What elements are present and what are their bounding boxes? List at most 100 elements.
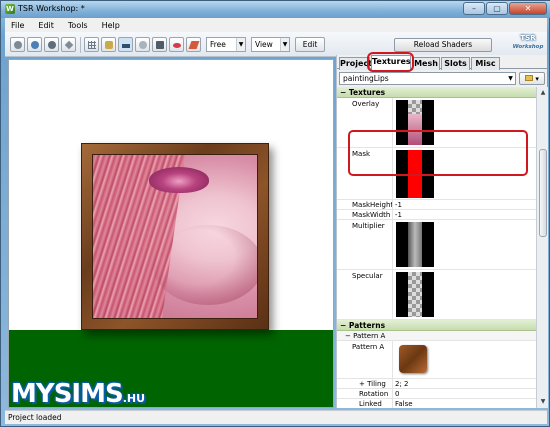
tab-bar: Project Textures Mesh Slots Misc [337,52,548,72]
menu-file[interactable]: File [11,21,24,30]
mask-width-value[interactable]: -1 [395,211,402,219]
mask-height-value[interactable]: -1 [395,201,402,209]
sphere-blue-button[interactable] [27,37,42,52]
scroll-up-icon[interactable]: ▲ [538,88,548,97]
mode-select-value: Free [210,40,226,49]
bone-icon [105,41,113,49]
row-specular[interactable]: Specular [337,270,536,320]
app-window: W TSR Workshop: * – ▢ ✕ File Edit Tools … [0,0,550,427]
tab-slots[interactable]: Slots [441,57,470,70]
paint-button[interactable] [186,37,201,52]
camera-icon [156,41,164,49]
shadow-button[interactable] [135,37,150,52]
tab-highlight-annotation [367,52,414,72]
painting-image [92,154,258,319]
camera-button[interactable] [152,37,167,52]
section-patterns[interactable]: − Patterns [337,320,536,331]
row-divider [392,341,393,378]
grid-icon [88,41,96,49]
tsr-logo: TSR Workshop [510,34,546,56]
menu-edit[interactable]: Edit [38,21,54,30]
section-textures[interactable]: − Textures [337,87,536,98]
status-text: Project loaded [8,413,62,422]
paint-icon [188,41,200,49]
diamond-icon [64,40,74,50]
toolbar: Free ▼ View ▼ Edit Reload Shaders TSR Wo… [5,32,547,57]
row-multiplier[interactable]: Multiplier [337,220,536,270]
folder-menu-button[interactable]: ▾ [519,72,545,85]
pattern-group-text: Pattern A [353,332,386,340]
row-pattern-group[interactable]: − Pattern A [337,331,536,341]
painting-frame [81,143,269,330]
watermark-suffix: .HU [122,392,146,405]
close-button[interactable]: ✕ [509,2,547,15]
tsr-logo-sub: Workshop [512,44,544,50]
3d-viewport[interactable] [8,59,334,408]
specular-texture-thumb[interactable] [396,272,434,317]
maximize-button[interactable]: ▢ [486,2,508,15]
multiplier-texture-thumb[interactable] [396,222,434,267]
mode-select[interactable]: Free ▼ [206,37,246,52]
sphere-dark-button[interactable] [44,37,59,52]
properties-panel: Project Textures Mesh Slots Misc paintin… [336,52,548,408]
rotation-label: Rotation [359,390,389,398]
row-divider [392,399,393,408]
tsr-logo-text: TSR [520,34,536,42]
painting-chin [153,225,257,305]
collapse-icon: − [340,88,347,97]
tiling-value[interactable]: 2; 2 [395,380,409,388]
overlay-highlight-annotation [348,130,528,176]
floor-icon [122,44,130,48]
sphere-gray-button[interactable] [10,37,25,52]
folder-icon [525,75,534,81]
grid-button[interactable] [84,37,99,52]
linked-value[interactable]: False [395,400,413,408]
row-tiling[interactable]: + Tiling 2; 2 [337,379,536,389]
minimize-button[interactable]: – [463,2,485,15]
row-mask-width[interactable]: MaskWidth -1 [337,210,536,220]
floor-button[interactable] [118,37,133,52]
property-grid: − Textures Overlay Mask MaskHeight -1 Ma… [337,87,536,408]
tab-project[interactable]: Project [339,57,372,70]
property-scrollbar[interactable]: ▲ ▼ [536,87,548,408]
lips-button[interactable] [169,37,184,52]
row-divider [392,210,393,219]
specular-label: Specular [352,272,383,280]
row-mask-height[interactable]: MaskHeight -1 [337,200,536,210]
title-bar[interactable]: W TSR Workshop: * – ▢ ✕ [1,1,550,18]
window-title: TSR Workshop: * [18,4,85,13]
menu-help[interactable]: Help [102,21,120,30]
linked-label: Linked [359,400,382,408]
scrollbar-thumb[interactable] [539,149,547,237]
view-select[interactable]: View ▼ [251,37,290,52]
tab-mesh[interactable]: Mesh [412,57,440,70]
overlay-checker [408,100,422,114]
pattern-group-label: − Pattern A [345,332,386,340]
chevron-down-icon: ▼ [236,38,245,51]
menu-tools[interactable]: Tools [68,21,88,30]
app-icon: W [5,4,15,14]
sphere-icon [14,41,22,49]
mask-height-label: MaskHeight [352,201,394,209]
row-rotation[interactable]: Rotation 0 [337,389,536,399]
pattern-wood-swatch[interactable] [399,345,427,373]
multiplier-label: Multiplier [352,222,385,230]
mysims-watermark: MYSIMS.HU [11,379,145,409]
object-select[interactable]: paintingLips ▼ [339,72,516,85]
bone-button[interactable] [101,37,116,52]
specular-checker [408,272,422,317]
pattern-a-label: Pattern A [352,343,385,351]
section-textures-label: Textures [348,88,386,97]
collapse-icon: − [340,321,347,330]
tiling-text: Tiling [367,380,386,388]
rotation-value[interactable]: 0 [395,390,399,398]
row-divider [392,200,393,209]
row-linked[interactable]: Linked False [337,399,536,408]
diamond-button[interactable] [61,37,76,52]
edit-button[interactable]: Edit [295,37,325,52]
row-pattern-a[interactable]: Pattern A [337,341,536,379]
scroll-down-icon[interactable]: ▼ [538,397,548,406]
tab-misc[interactable]: Misc [471,57,500,70]
reload-shaders-button[interactable]: Reload Shaders [394,38,492,52]
object-select-value: paintingLips [343,74,389,83]
